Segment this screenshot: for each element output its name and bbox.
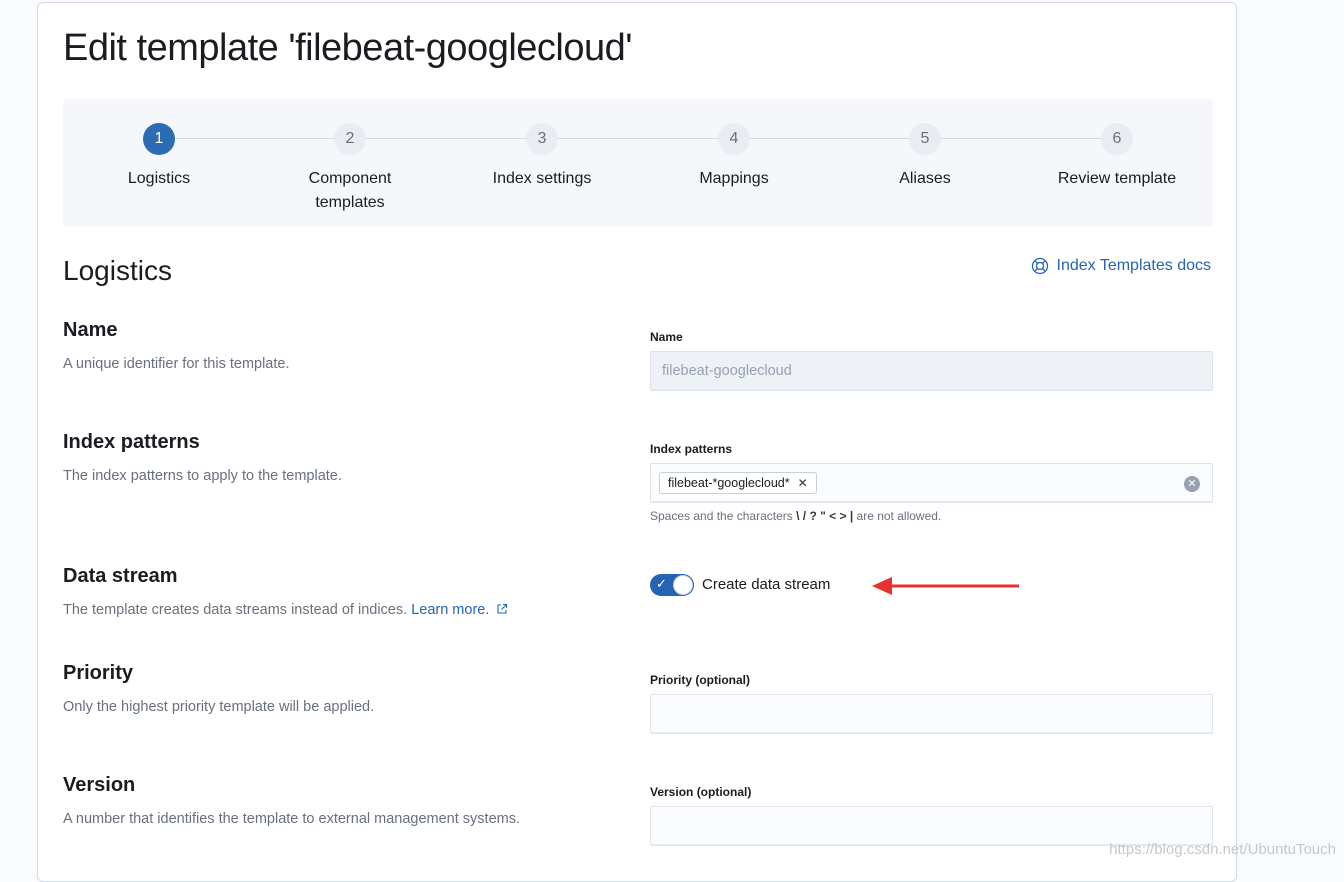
watermark: https://blog.csdn.net/UbuntuTouch bbox=[1109, 841, 1336, 858]
version-field[interactable] bbox=[650, 806, 1213, 846]
chip-label: filebeat-*googlecloud* bbox=[668, 473, 790, 493]
priority-field-label: Priority (optional) bbox=[650, 673, 750, 687]
index-patterns-title: Index patterns bbox=[63, 431, 200, 454]
priority-field[interactable] bbox=[650, 694, 1213, 734]
version-field-label: Version (optional) bbox=[650, 785, 751, 799]
name-field-label: Name bbox=[650, 330, 683, 344]
learn-more-link[interactable]: Learn more. bbox=[411, 602, 508, 618]
name-description: A unique identifier for this template. bbox=[63, 356, 290, 372]
index-patterns-combobox[interactable]: filebeat-*googlecloud* ✕ ✕ bbox=[650, 463, 1213, 503]
step-mappings[interactable]: 4 Mappings bbox=[638, 123, 830, 191]
priority-description: Only the highest priority template will … bbox=[63, 699, 374, 715]
external-link-icon bbox=[496, 603, 508, 615]
data-stream-title: Data stream bbox=[63, 565, 178, 588]
lifebuoy-icon bbox=[1031, 257, 1049, 275]
step-title: Review template bbox=[1047, 167, 1187, 191]
version-title: Version bbox=[63, 774, 135, 797]
index-patterns-field-label: Index patterns bbox=[650, 442, 732, 456]
step-component-templates[interactable]: 2 Component templates bbox=[254, 123, 446, 215]
clear-icon[interactable]: ✕ bbox=[1184, 476, 1200, 492]
page-title: Edit template 'filebeat-googlecloud' bbox=[63, 27, 632, 70]
version-description: A number that identifies the template to… bbox=[63, 811, 520, 827]
data-stream-description-text: The template creates data streams instea… bbox=[63, 602, 407, 618]
create-data-stream-label[interactable]: Create data stream bbox=[702, 576, 830, 593]
step-title: Logistics bbox=[89, 167, 229, 191]
step-number: 3 bbox=[526, 123, 558, 155]
step-number: 1 bbox=[143, 123, 175, 155]
stepper: 1 Logistics 2 Component templates 3 Inde… bbox=[63, 99, 1213, 227]
edit-template-panel: Edit template 'filebeat-googlecloud' 1 L… bbox=[37, 2, 1237, 882]
learn-more-label: Learn more. bbox=[411, 602, 489, 618]
step-review-template[interactable]: 6 Review template bbox=[1021, 123, 1213, 191]
name-field: filebeat-googlecloud bbox=[650, 351, 1213, 391]
check-icon: ✓ bbox=[656, 576, 667, 592]
help-suffix: are not allowed. bbox=[857, 509, 942, 523]
name-title: Name bbox=[63, 319, 117, 342]
priority-title: Priority bbox=[63, 662, 133, 685]
data-stream-description: The template creates data streams instea… bbox=[63, 602, 508, 618]
annotation-arrow bbox=[872, 575, 1022, 597]
create-data-stream-toggle[interactable]: ✓ bbox=[650, 574, 694, 596]
cross-icon[interactable]: ✕ bbox=[798, 473, 808, 493]
step-logistics[interactable]: 1 Logistics bbox=[63, 123, 255, 191]
step-number: 6 bbox=[1101, 123, 1133, 155]
docs-link-label: Index Templates docs bbox=[1057, 257, 1211, 275]
toggle-knob bbox=[673, 575, 693, 595]
step-title: Index settings bbox=[472, 167, 612, 191]
index-pattern-chip: filebeat-*googlecloud* ✕ bbox=[659, 472, 817, 494]
help-prefix: Spaces and the characters bbox=[650, 509, 793, 523]
step-index-settings[interactable]: 3 Index settings bbox=[446, 123, 638, 191]
step-title: Mappings bbox=[664, 167, 804, 191]
index-patterns-description: The index patterns to apply to the templ… bbox=[63, 468, 342, 484]
step-aliases[interactable]: 5 Aliases bbox=[829, 123, 1021, 191]
step-number: 5 bbox=[909, 123, 941, 155]
step-title: Aliases bbox=[855, 167, 995, 191]
help-chars: \ / ? " < > | bbox=[796, 509, 853, 523]
step-title: Component templates bbox=[280, 167, 420, 215]
step-number: 4 bbox=[718, 123, 750, 155]
index-templates-docs-link[interactable]: Index Templates docs bbox=[1031, 257, 1211, 275]
step-number: 2 bbox=[334, 123, 366, 155]
index-patterns-help-text: Spaces and the characters \ / ? " < > | … bbox=[650, 509, 941, 523]
section-title: Logistics bbox=[63, 255, 172, 287]
